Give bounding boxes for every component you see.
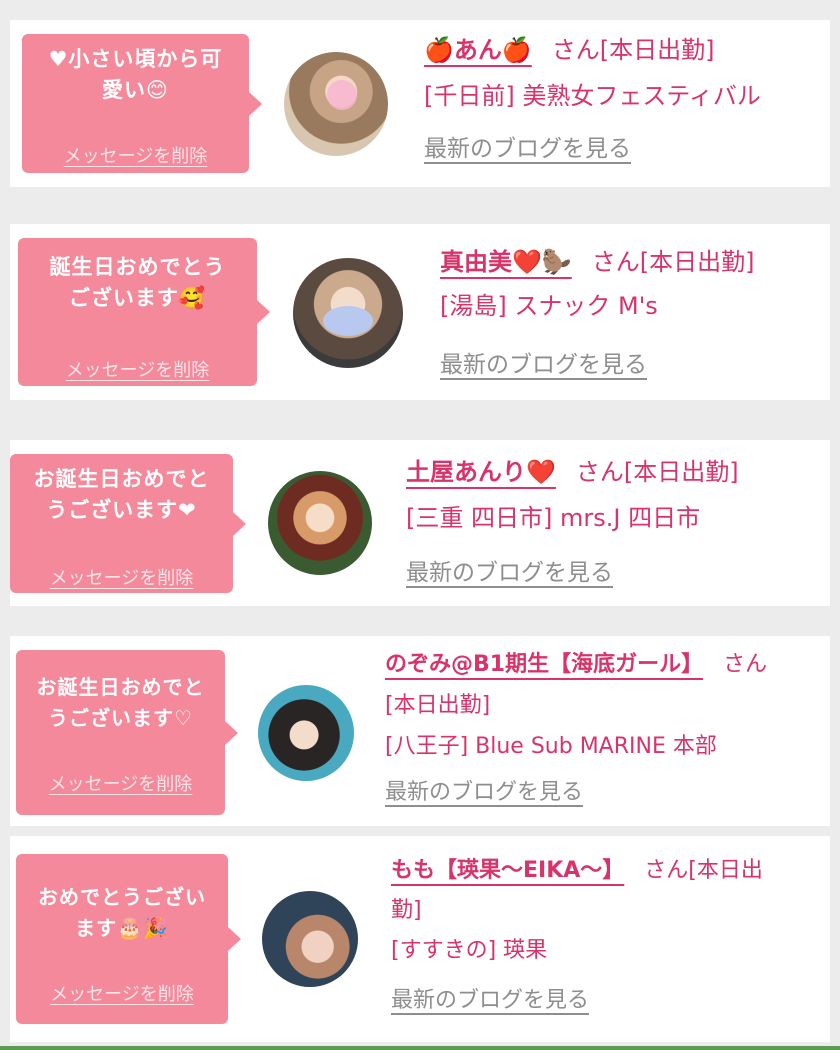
face-mask-icon — [323, 306, 373, 336]
message-text-line-1: お誕生日おめでと — [36, 675, 205, 699]
status-text: さん[本日出 — [644, 858, 763, 883]
message-text-line-2: 愛い😊 — [102, 78, 169, 102]
status-text: さん[本日出勤] — [551, 36, 715, 64]
delete-message-link[interactable]: メッセージを削除 — [16, 980, 228, 1006]
shop-text: [湯島] スナック M's — [440, 292, 658, 320]
status-text: [本日出勤] — [385, 693, 491, 718]
avatar[interactable] — [268, 471, 372, 575]
blog-link[interactable]: 最新のブログを見る — [406, 560, 613, 586]
blog-link[interactable]: 最新のブログを見る — [385, 780, 583, 805]
message-text-line-2: ます🎂🎉 — [75, 916, 169, 940]
message-row: 誕生日おめでとう ございます🥰 メッセージを削除 真由美❤️🦫 さん[本日出勤] … — [10, 224, 830, 400]
message-text-line-1: ♥小さい頃から可 — [48, 47, 223, 71]
message-text-line-1: おめでとうござい — [38, 885, 206, 909]
message-bubble: 誕生日おめでとう ございます🥰 メッセージを削除 — [18, 238, 270, 386]
message-text-line-2: ございます🥰 — [68, 286, 207, 310]
profile-info: のぞみ@B1期生【海底ガール】 さん [本日出勤] [八王子] Blue Sub … — [385, 646, 825, 812]
message-bubble: お誕生日おめでと うございます❤ メッセージを削除 — [10, 454, 246, 593]
delete-message-link[interactable]: メッセージを削除 — [18, 356, 257, 382]
status-text: 勤] — [391, 898, 422, 923]
message-text-line-1: 誕生日おめでとう — [49, 255, 226, 279]
shop-text: [八王子] Blue Sub MARINE 本部 — [385, 734, 717, 759]
blog-link[interactable]: 最新のブログを見る — [391, 988, 589, 1013]
blog-link[interactable]: 最新のブログを見る — [424, 136, 631, 162]
message-text-line-2: うございます❤ — [46, 498, 197, 522]
message-row: お誕生日おめでと うございます❤ メッセージを削除 土屋あんり❤️ さん[本日出勤… — [10, 440, 830, 606]
message-bubble: ♥小さい頃から可 愛い😊 メッセージを削除 — [22, 34, 262, 173]
profile-info: 🍎あん🍎 さん[本日出勤] [千日前] 美熟女フェスティバル 最新のブログを見る — [424, 30, 824, 169]
name-link[interactable]: 🍎あん🍎 — [424, 36, 532, 64]
profile-info: 真由美❤️🦫 さん[本日出勤] [湯島] スナック M's 最新のブログを見る — [440, 242, 825, 385]
delete-message-link[interactable]: メッセージを削除 — [16, 770, 225, 796]
name-link[interactable]: 土屋あんり❤️ — [406, 458, 556, 486]
status-text: さん[本日出勤] — [575, 458, 739, 486]
message-row: お誕生日おめでと うございます♡ メッセージを削除 のぞみ@B1期生【海底ガール… — [10, 636, 830, 826]
profile-info: もも【瑛果〜EIKA〜】 さん[本日出 勤] [すすきの] 瑛果 最新のブログを見… — [391, 852, 821, 1020]
profile-info: 土屋あんり❤️ さん[本日出勤] [三重 四日市] mrs.J 四日市 最新のブロ… — [406, 452, 826, 593]
message-text-line-1: お誕生日おめでと — [33, 467, 210, 491]
blog-link[interactable]: 最新のブログを見る — [440, 352, 647, 378]
message-row: おめでとうござい ます🎂🎉 メッセージを削除 もも【瑛果〜EIKA〜】 さん[本日… — [10, 836, 830, 1042]
avatar[interactable] — [258, 685, 354, 781]
message-row: ♥小さい頃から可 愛い😊 メッセージを削除 🍎あん🍎 さん[本日出勤] [千日前]… — [10, 20, 830, 187]
avatar[interactable] — [262, 891, 358, 987]
avatar[interactable] — [284, 52, 388, 156]
delete-message-link[interactable]: メッセージを削除 — [22, 142, 249, 168]
message-bubble: お誕生日おめでと うございます♡ メッセージを削除 — [16, 650, 238, 815]
message-bubble: おめでとうござい ます🎂🎉 メッセージを削除 — [16, 854, 241, 1024]
bottom-divider — [0, 1046, 840, 1050]
face-blur-icon — [327, 80, 357, 110]
name-link[interactable]: もも【瑛果〜EIKA〜】 — [391, 858, 624, 883]
status-text: さん — [723, 652, 768, 677]
avatar[interactable] — [293, 258, 403, 368]
shop-text: [千日前] 美熟女フェスティバル — [424, 82, 761, 110]
delete-message-link[interactable]: メッセージを削除 — [10, 564, 233, 590]
name-link[interactable]: のぞみ@B1期生【海底ガール】 — [385, 652, 703, 677]
name-link[interactable]: 真由美❤️🦫 — [440, 248, 572, 276]
status-text: さん[本日出勤] — [591, 248, 755, 276]
shop-text: [すすきの] 瑛果 — [391, 938, 548, 963]
message-text-line-2: うございます♡ — [48, 706, 193, 730]
shop-text: [三重 四日市] mrs.J 四日市 — [406, 504, 701, 532]
